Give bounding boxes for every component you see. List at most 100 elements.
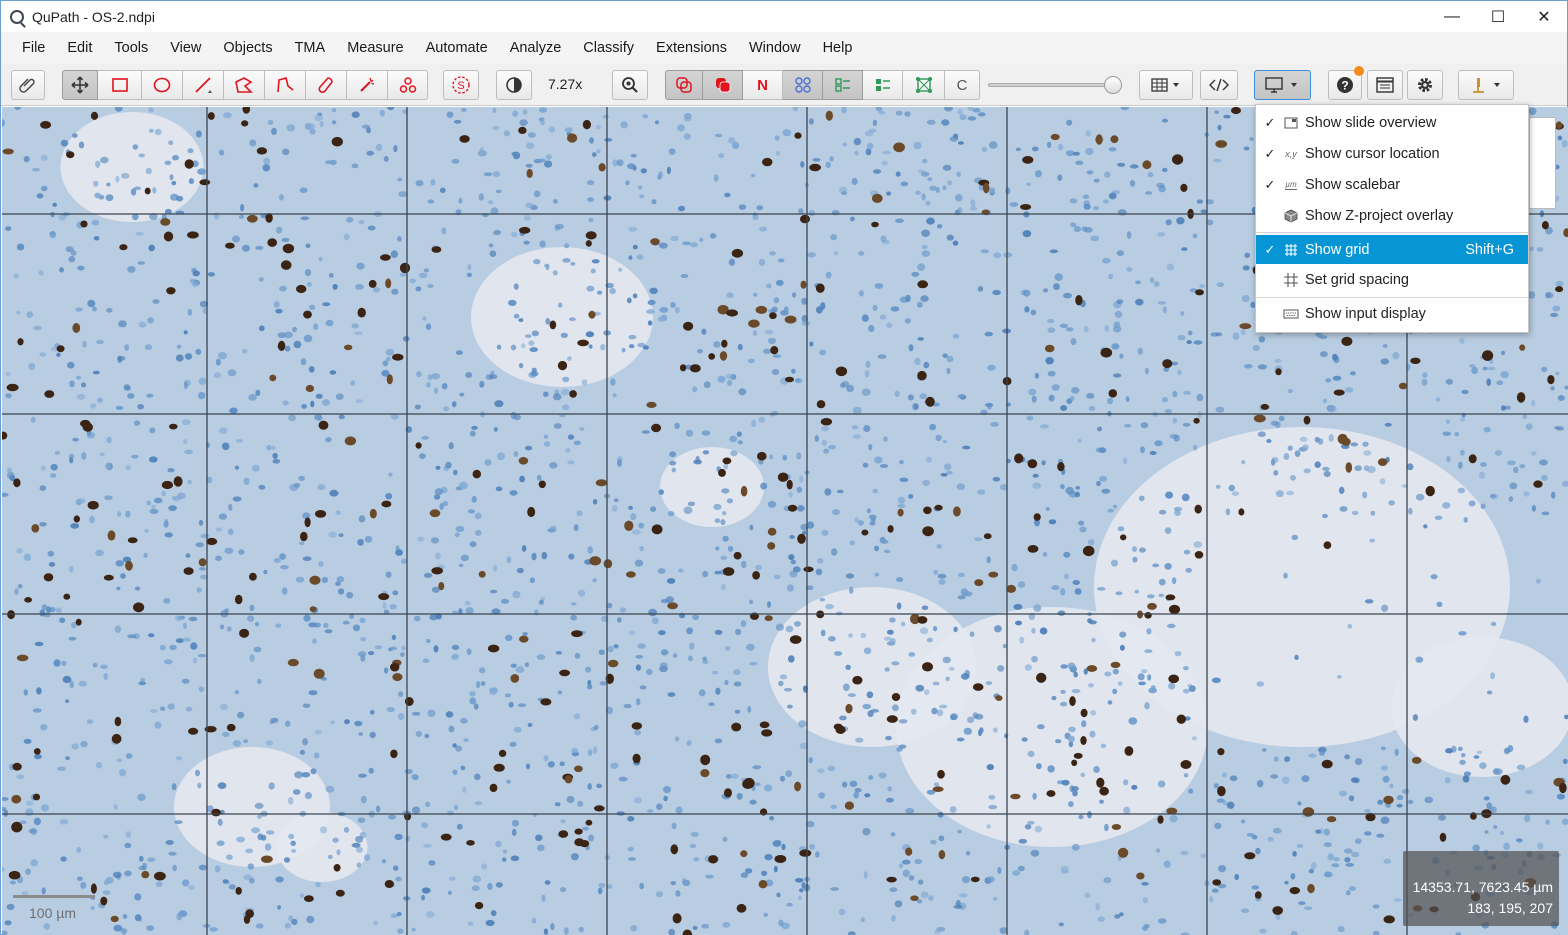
opacity-slider-thumb[interactable] <box>1104 76 1122 94</box>
log-button[interactable] <box>1367 70 1403 100</box>
viewer-display-dropdown-button[interactable] <box>1254 70 1311 100</box>
minimize-button[interactable]: — <box>1429 1 1475 32</box>
fill-detections-icon <box>875 79 890 91</box>
checkmark-icon: ✓ <box>1264 241 1276 257</box>
menu-item-show-scalebar[interactable]: ✓ µm Show scalebar <box>1256 171 1528 199</box>
brush-icon <box>318 77 333 93</box>
table-dropdown-icon <box>1151 78 1179 92</box>
detections-icon <box>834 78 850 92</box>
move-icon <box>71 76 89 94</box>
menu-item-show-z-project-overlay[interactable]: Show Z-project overlay <box>1256 202 1528 230</box>
window-controls: — ☐ ✕ <box>1429 1 1567 32</box>
ellipse-tool-button[interactable] <box>142 70 183 100</box>
wand-tool-button[interactable] <box>347 70 388 100</box>
menu-automate[interactable]: Automate <box>415 32 499 64</box>
checkmark-icon: ✓ <box>1264 146 1276 161</box>
polyline-tool-button[interactable] <box>265 70 306 100</box>
toolbar: S 7.27x N C ? <box>1 64 1567 106</box>
show-detections-button[interactable] <box>823 70 863 100</box>
points-tool-button[interactable] <box>388 70 428 100</box>
menu-item-show-slide-overview[interactable]: ✓ Show slide overview <box>1256 109 1528 137</box>
xy-icon: x,y <box>1285 149 1297 159</box>
grid-icon <box>1283 242 1299 258</box>
menu-item-show-input-display[interactable]: Show input display <box>1256 300 1528 328</box>
scalebar-icon: µm <box>1285 180 1297 190</box>
hash-icon <box>1283 272 1299 288</box>
svg-text:?: ? <box>1341 79 1348 93</box>
opacity-slider-track[interactable] <box>988 83 1112 87</box>
pixel-rgb-value: 183, 195, 207 <box>1467 900 1553 916</box>
scalebar <box>13 895 95 898</box>
show-tma-grid-button[interactable] <box>783 70 823 100</box>
menu-item-show-grid[interactable]: ✓ Show grid Shift+G <box>1256 235 1528 264</box>
polygon-icon <box>235 77 253 93</box>
code-icon <box>1209 78 1229 92</box>
show-connections-button[interactable] <box>903 70 945 100</box>
script-editor-button[interactable] <box>1200 70 1238 100</box>
menu-objects[interactable]: Objects <box>212 32 283 64</box>
cursor-coordinates: 14353.71, 7623.45 µm <box>1412 879 1553 895</box>
zoom-level-label: 7.27x <box>548 76 583 92</box>
maximize-button[interactable]: ☐ <box>1475 1 1521 32</box>
menu-tools[interactable]: Tools <box>103 32 159 64</box>
show-pixel-classification-button[interactable]: C <box>945 70 980 100</box>
menu-file[interactable]: File <box>11 32 56 64</box>
help-icon: ? <box>1337 77 1353 93</box>
overview-icon <box>1283 115 1299 131</box>
annotations-icon <box>676 77 692 93</box>
preferences-button[interactable] <box>1407 70 1443 100</box>
menu-tma[interactable]: TMA <box>284 32 337 64</box>
zoom-to-fit-button[interactable] <box>612 70 648 100</box>
names-icon: N <box>757 76 768 94</box>
contrast-icon <box>506 77 522 93</box>
slide-overview-thumbnail[interactable] <box>1529 117 1556 209</box>
analysis-pane-button[interactable] <box>11 70 45 100</box>
ellipse-icon <box>153 77 171 93</box>
tma-grid-icon <box>794 77 811 93</box>
move-tool-button[interactable] <box>62 70 98 100</box>
checkmark-icon: ✓ <box>1264 177 1276 192</box>
fill-annotations-button[interactable] <box>703 70 743 100</box>
checkmark-icon: ✓ <box>1264 115 1276 130</box>
notification-badge <box>1354 66 1364 76</box>
show-names-button[interactable]: N <box>743 70 783 100</box>
svg-text:S: S <box>457 80 464 92</box>
brush-tool-button[interactable] <box>306 70 347 100</box>
line-tool-button[interactable] <box>183 70 224 100</box>
brightness-contrast-button[interactable] <box>496 70 532 100</box>
menu-separator <box>1256 297 1528 298</box>
menu-help[interactable]: Help <box>812 32 864 64</box>
menu-view[interactable]: View <box>159 32 212 64</box>
menu-window[interactable]: Window <box>738 32 812 64</box>
measurement-table-button[interactable] <box>1139 70 1193 100</box>
close-button[interactable]: ✕ <box>1521 1 1567 32</box>
paperclip-icon <box>19 78 35 93</box>
menu-analyze[interactable]: Analyze <box>499 32 573 64</box>
gear-icon <box>1418 78 1432 92</box>
menu-measure[interactable]: Measure <box>336 32 414 64</box>
menu-separator <box>1256 232 1528 233</box>
title-bar: QuPath - OS-2.ndpi — ☐ ✕ <box>1 1 1567 32</box>
window-title: QuPath - OS-2.ndpi <box>32 8 155 25</box>
log-window-icon <box>1376 77 1394 93</box>
qupath-window: QuPath - OS-2.ndpi — ☐ ✕ File Edit Tools… <box>0 0 1568 935</box>
connections-icon <box>915 77 932 93</box>
qupath-logo-icon <box>10 9 24 24</box>
selection-mode-button[interactable]: S <box>443 70 479 100</box>
menu-edit[interactable]: Edit <box>56 32 103 64</box>
menu-extensions[interactable]: Extensions <box>645 32 738 64</box>
show-annotations-button[interactable] <box>665 70 703 100</box>
polygon-tool-button[interactable] <box>224 70 265 100</box>
wand-icon <box>360 77 375 92</box>
keyboard-icon <box>1283 306 1299 322</box>
menu-item-show-cursor-location[interactable]: ✓ x,y Show cursor location <box>1256 140 1528 168</box>
rectangle-tool-button[interactable] <box>98 70 142 100</box>
extensions-dropdown-button[interactable] <box>1458 70 1514 100</box>
fill-detections-button[interactable] <box>863 70 903 100</box>
menu-bar: File Edit Tools View Objects TMA Measure… <box>1 32 1567 64</box>
scalebar-label: 100 µm <box>29 905 76 921</box>
magnifier-icon <box>622 77 638 93</box>
menu-item-set-grid-spacing[interactable]: Set grid spacing <box>1256 266 1528 294</box>
menu-classify[interactable]: Classify <box>572 32 645 64</box>
cube-icon <box>1283 208 1299 224</box>
